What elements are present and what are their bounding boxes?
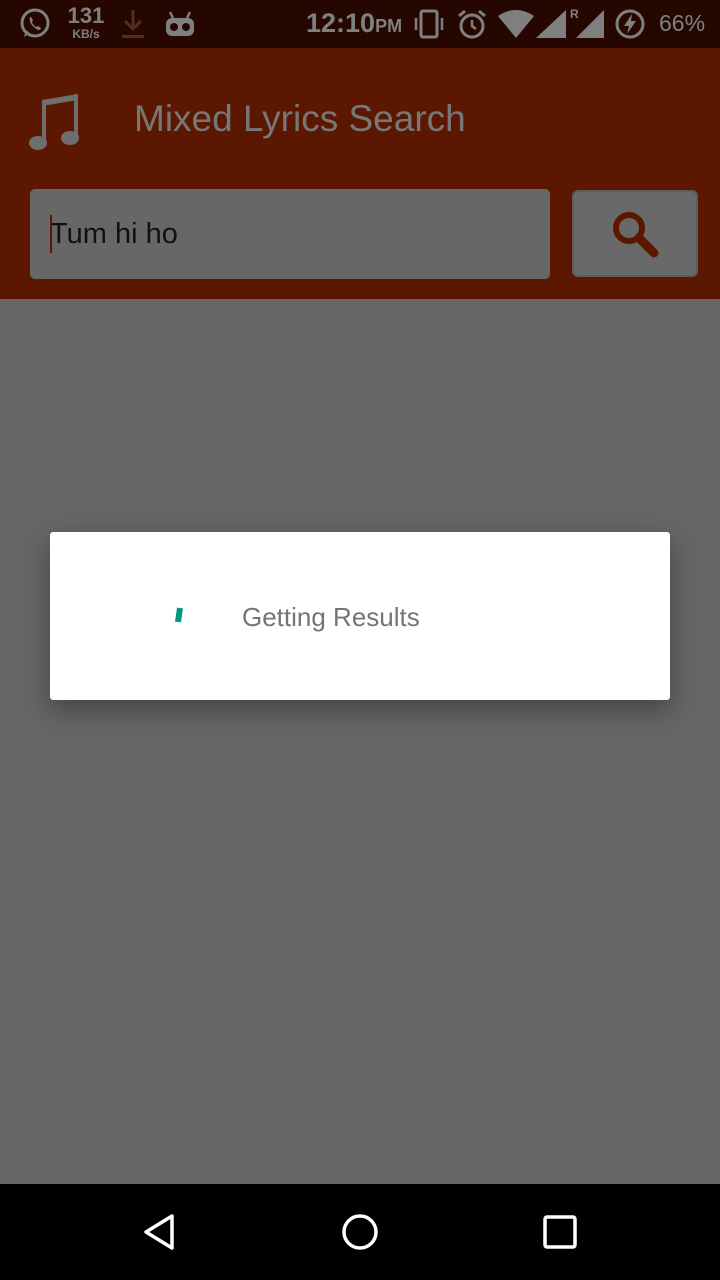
back-icon[interactable] [140,1212,180,1252]
recents-icon[interactable] [540,1212,580,1252]
home-icon[interactable] [340,1212,380,1252]
dialog-message: Getting Results [242,602,420,632]
screen: 131 KB/s 12:10PM [0,0,720,1280]
loading-spinner-icon [175,607,183,623]
progress-dialog: Getting Results [50,532,670,700]
navigation-bar [0,1184,720,1280]
